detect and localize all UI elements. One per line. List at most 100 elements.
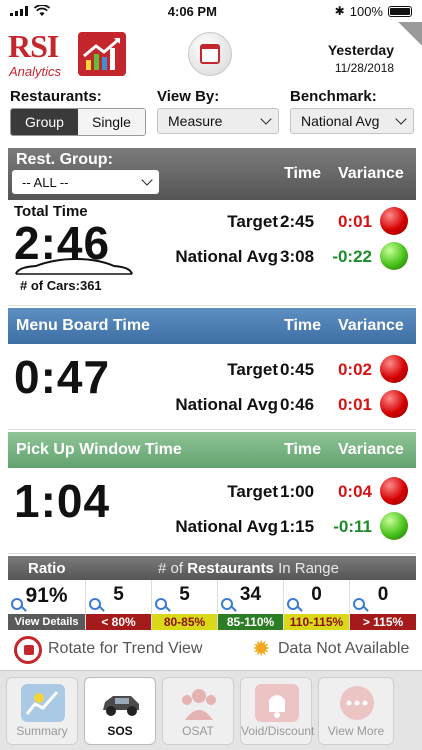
tab-osat[interactable]: OSAT (162, 677, 234, 745)
range-bold: Restaurants (187, 559, 274, 577)
status-red-icon (380, 390, 408, 418)
bin-count: 34 (239, 584, 262, 605)
rotate-icon (14, 636, 42, 664)
tab-sos[interactable]: SOS (84, 677, 156, 745)
bin-label: 110-115% (284, 614, 349, 630)
range-label: # of Restaurants In Range (158, 560, 339, 577)
ratio-value: 91% (25, 584, 68, 607)
national-avg-variance: -0:11 (333, 517, 372, 536)
target-label: Target (227, 360, 278, 379)
pickup-window-panel[interactable]: 1:04 Target 1:00 0:04 National Avg 1:15 … (8, 468, 416, 554)
range-bin[interactable]: 34 85-110% (218, 580, 284, 630)
status-green-icon (380, 512, 408, 540)
cars-value: 361 (79, 278, 102, 293)
bin-label: > 115% (350, 614, 416, 630)
car-icon (103, 696, 139, 716)
menu-board-value: 0:47 (14, 351, 111, 403)
wifi-icon (34, 5, 50, 16)
view-by-dropdown[interactable]: Measure (157, 108, 279, 134)
date-value: 11/28/2018 (334, 61, 394, 75)
rest-group-label: Rest. Group: (16, 151, 113, 168)
national-avg-time: 1:15 (280, 517, 315, 536)
corner-fold-icon[interactable] (398, 22, 422, 46)
car-icon (15, 258, 133, 275)
logo-title: RSI (8, 28, 59, 64)
target-time: 2:45 (280, 212, 315, 231)
date-label: Yesterday (327, 42, 394, 58)
status-red-icon (380, 477, 408, 505)
benchmark-dropdown[interactable]: National Avg (290, 108, 414, 134)
national-avg-variance: -0:22 (332, 247, 372, 266)
bin-label: 85-110% (218, 614, 283, 630)
single-segment[interactable]: Single (78, 109, 145, 135)
logo-chart-icon (78, 32, 126, 76)
national-avg-variance: 0:01 (337, 395, 372, 414)
cars-label: # of Cars: (20, 278, 80, 293)
tab-label: Summary (16, 724, 68, 738)
summary-chart-icon (21, 684, 65, 722)
calendar-icon (200, 44, 220, 64)
range-bin[interactable]: 5 80-85% (152, 580, 218, 630)
status-time: 4:06 PM (167, 3, 217, 19)
tab-label: OSAT (182, 724, 214, 738)
target-label: Target (227, 212, 278, 231)
chevron-down-icon (395, 113, 407, 125)
rest-group-dropdown[interactable]: -- ALL -- (12, 170, 159, 194)
bin-count: 0 (311, 584, 322, 605)
national-avg-label: National Avg (175, 395, 278, 414)
bin-count: 5 (179, 584, 190, 605)
national-avg-label: National Avg (175, 517, 278, 536)
range-bin[interactable]: 0 110-115% (284, 580, 350, 630)
tab-summary[interactable]: Summary (6, 677, 78, 745)
pickup-window-header: Pick Up Window Time Time Variance (8, 432, 416, 468)
people-icon (182, 689, 216, 720)
view-details-button[interactable]: View Details (8, 614, 85, 630)
range-bin[interactable]: 0 > 115% (350, 580, 416, 630)
pickup-window-value: 1:04 (14, 475, 111, 527)
range-prefix: # of (158, 559, 184, 577)
pickup-window-title: Pick Up Window Time (16, 441, 182, 458)
target-variance: 0:04 (337, 482, 372, 501)
status-green-icon (380, 242, 408, 270)
chevron-down-icon (141, 174, 153, 186)
menu-board-header: Menu Board Time Time Variance (8, 308, 416, 344)
ratio-cell[interactable]: 91% View Details (8, 580, 86, 630)
status-bar: 4:06 PM ✱ 100% (0, 0, 422, 22)
status-red-icon (380, 355, 408, 383)
tab-bar: Summary SOS OSAT Void/Discount View More (0, 670, 422, 750)
na-text: Data Not Available (278, 640, 410, 657)
total-time-panel[interactable]: Total Time 2:46 # of Cars:361 Target 2:4… (8, 200, 416, 306)
target-variance: 0:02 (337, 360, 372, 379)
range-suffix: In Range (278, 559, 339, 577)
target-time: 0:45 (280, 360, 315, 379)
bin-label: < 80% (86, 614, 151, 630)
view-by-label: View By: (157, 88, 220, 105)
more-dots-icon (340, 686, 374, 720)
view-by-value: Measure (168, 113, 223, 129)
battery-icon (387, 5, 412, 17)
tab-void-discount[interactable]: Void/Discount (240, 677, 314, 745)
benchmark-value: National Avg (301, 113, 380, 129)
ratio-row: 91% View Details 5 < 80% 5 80-85% 34 85-… (8, 580, 416, 630)
tab-view-more[interactable]: View More (318, 677, 394, 745)
calendar-button[interactable] (188, 32, 232, 76)
ratio-header: Ratio # of Restaurants In Range (8, 556, 416, 580)
group-segment[interactable]: Group (11, 109, 78, 135)
benchmark-label: Benchmark: (290, 88, 377, 105)
asterisk-icon: ✹ (252, 636, 271, 661)
time-column-header: Time (284, 441, 322, 458)
bell-icon (255, 684, 299, 722)
time-column-header: Time (284, 317, 322, 334)
target-time: 1:00 (280, 482, 315, 501)
range-bin[interactable]: 5 < 80% (86, 580, 152, 630)
national-avg-label: National Avg (175, 247, 278, 266)
variance-column-header: Variance (338, 441, 404, 458)
menu-board-title: Menu Board Time (16, 317, 150, 334)
target-variance: 0:01 (337, 212, 372, 231)
menu-board-panel[interactable]: 0:47 Target 0:45 0:02 National Avg 0:46 … (8, 344, 416, 430)
bin-count: 5 (113, 584, 124, 605)
chevron-down-icon (260, 113, 272, 125)
rest-group-value: -- ALL -- (22, 174, 69, 190)
variance-column-header: Variance (338, 165, 404, 182)
time-column-header: Time (284, 165, 322, 182)
